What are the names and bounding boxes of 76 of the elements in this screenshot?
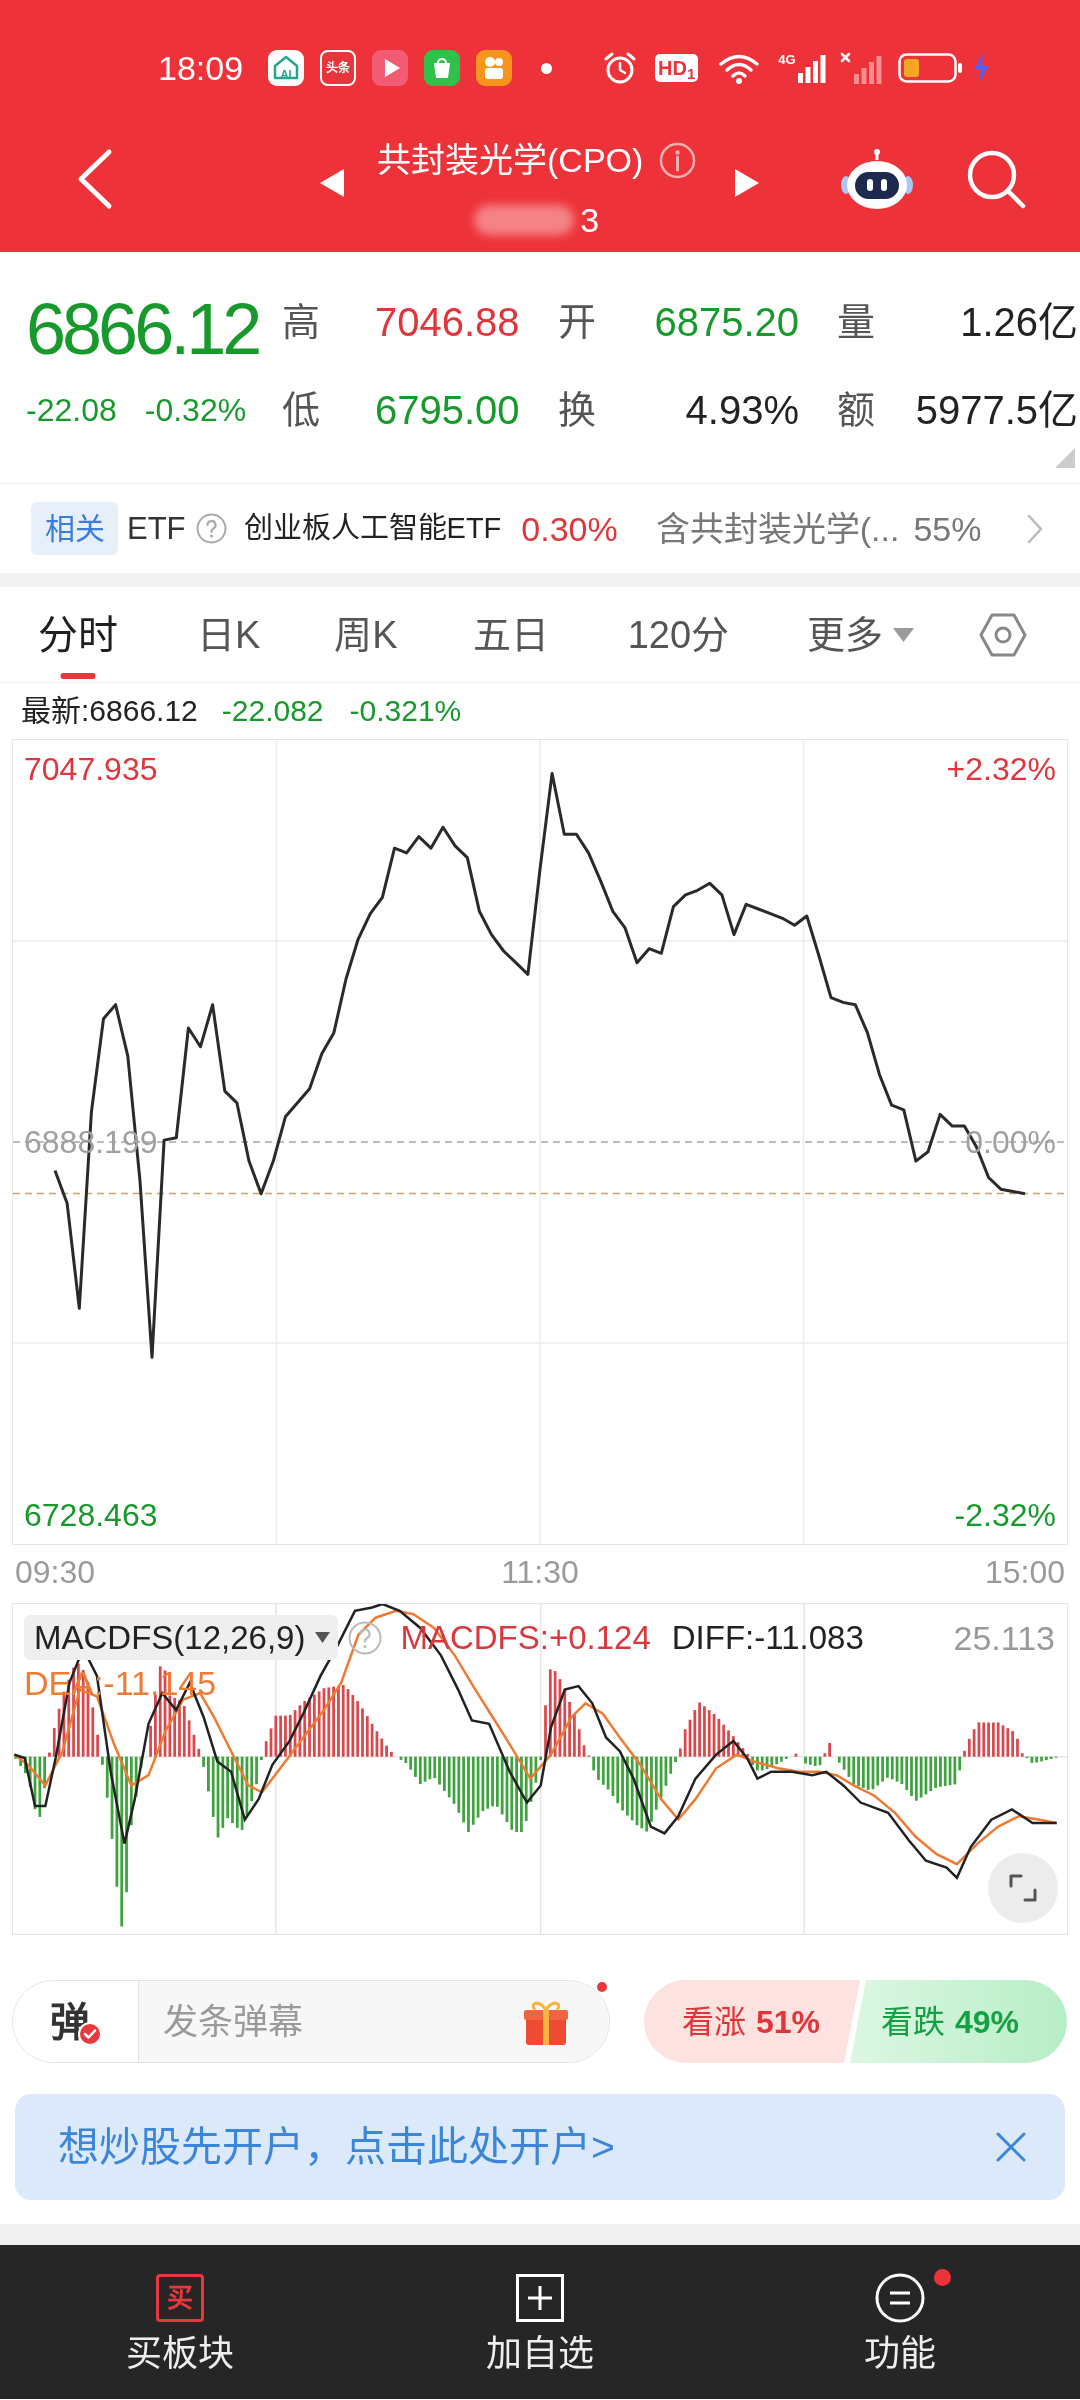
last-price: 6866.12 xyxy=(26,293,259,365)
danmaku-input[interactable]: 发条弹幕 xyxy=(139,1981,521,2062)
price-axis-label: 7047.935 xyxy=(24,753,158,785)
chart-tab[interactable]: 分时 xyxy=(38,587,118,682)
chart-tab[interactable]: 更多 xyxy=(807,587,915,682)
help-icon[interactable] xyxy=(195,513,227,544)
back-icon[interactable] xyxy=(76,148,114,210)
buy-icon: 买 xyxy=(156,2274,204,2322)
header-title: 共封装光学(CPO) xyxy=(377,140,644,181)
stat-label: 换 xyxy=(558,391,596,429)
related-tag: 相关 xyxy=(31,502,118,555)
menu-circle-icon xyxy=(875,2273,925,2323)
triangle-right-icon[interactable] xyxy=(735,169,760,197)
time-axis-label: 09:30 xyxy=(14,1556,96,1588)
stock-code: 3 xyxy=(580,203,600,237)
stat-label: 额 xyxy=(837,391,875,429)
bullish-vote-button[interactable]: 看涨 51% xyxy=(644,1980,860,2063)
stat-label: 量 xyxy=(837,303,875,341)
no-signal-icon xyxy=(839,52,884,84)
status-time: 18:09 xyxy=(158,51,244,85)
stat-value: 7046.88 xyxy=(375,302,520,342)
add-watchlist-tab[interactable]: 加自选 xyxy=(360,2245,720,2399)
help-icon[interactable] xyxy=(348,1620,383,1655)
scale-max-label: 25.113 xyxy=(953,1620,1055,1655)
indicator-dropdown[interactable]: MACDFS(12,26,9) xyxy=(24,1615,339,1660)
stat-value: 6875.20 xyxy=(654,302,799,342)
stat-label: 开 xyxy=(558,303,596,341)
hd-badge: HD$_{1}$ xyxy=(655,54,699,82)
signal-icon xyxy=(797,53,826,83)
search-icon[interactable] xyxy=(965,148,1028,210)
etf-weight: 55% xyxy=(913,511,982,546)
time-axis-label: 15:00 xyxy=(984,1556,1066,1588)
chart-change: -22.082 xyxy=(221,696,324,726)
stat-value: 1.26亿 xyxy=(960,302,1078,342)
chart-tab[interactable]: 120分 xyxy=(627,587,730,682)
wifi-icon xyxy=(718,52,761,84)
chart-change-percent: -0.321% xyxy=(349,696,462,726)
etf-name[interactable]: 创业板人工智能ETF xyxy=(243,514,502,543)
price-change-percent: -0.32% xyxy=(144,394,247,426)
etf-change: 0.30% xyxy=(521,511,618,546)
battery-icon xyxy=(897,53,963,83)
buy-sector-tab[interactable]: 买 买板块 xyxy=(0,2245,360,2399)
alarm-clock-icon xyxy=(603,51,638,85)
time-axis-label: 11:30 xyxy=(501,1556,579,1588)
danmaku-field[interactable]: 发条弹幕 xyxy=(139,1981,609,2062)
info-icon[interactable] xyxy=(659,141,697,179)
charging-bolt-icon xyxy=(972,53,990,83)
stat-label: 高 xyxy=(282,303,320,341)
news-app-icon[interactable]: 头条 xyxy=(320,50,357,86)
caret-down-icon xyxy=(315,1632,331,1643)
network-type-label: 4G xyxy=(778,53,796,66)
price-change: -22.08 xyxy=(26,394,117,426)
bag-app-icon[interactable] xyxy=(424,50,461,86)
plus-square-icon xyxy=(516,2274,564,2322)
triangle-left-icon[interactable] xyxy=(320,169,344,197)
latest-price-label: 最新:6866.12 xyxy=(21,696,198,726)
etf-label: ETF xyxy=(127,513,186,544)
functions-tab[interactable]: 功能 xyxy=(720,2245,1080,2399)
close-icon[interactable] xyxy=(995,2131,1027,2163)
diff-value: DIFF:-11.083 xyxy=(671,1621,864,1654)
stat-value: 4.93% xyxy=(685,390,799,430)
etf-holding: 含共封装光学(... xyxy=(655,511,900,546)
percent-axis-label: -2.32% xyxy=(954,1499,1056,1531)
camera-app-icon[interactable] xyxy=(476,50,513,86)
price-axis-label: 6728.463 xyxy=(24,1499,158,1531)
fullscreen-icon xyxy=(1008,1873,1038,1903)
chart-tab[interactable]: 周K xyxy=(334,587,398,682)
chart-tab[interactable]: 日K xyxy=(197,587,261,682)
robot-icon[interactable] xyxy=(840,148,915,210)
stat-value: 6795.00 xyxy=(375,390,520,430)
stat-value: 5977.5亿 xyxy=(915,390,1078,430)
chart-tab[interactable]: 五日 xyxy=(472,587,549,682)
percent-axis-label: +2.32% xyxy=(946,753,1056,785)
stat-label: 低 xyxy=(282,391,320,429)
chevron-right-icon[interactable] xyxy=(1027,513,1043,544)
play-app-icon[interactable] xyxy=(372,50,409,86)
